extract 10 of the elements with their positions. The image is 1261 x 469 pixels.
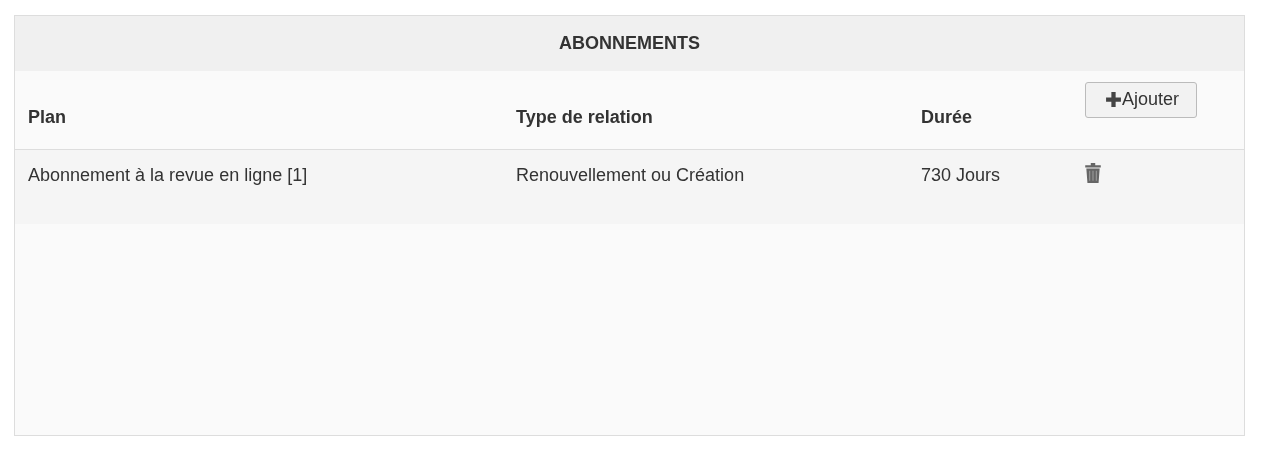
plus-icon bbox=[1105, 91, 1122, 108]
column-header: Plan bbox=[15, 71, 503, 150]
column-header: Durée bbox=[908, 71, 1072, 150]
table-cell: Renouvellement ou Création bbox=[503, 149, 908, 224]
add-button[interactable]: Ajouter bbox=[1085, 82, 1198, 118]
table-cell: Abonnement à la revue en ligne [1] bbox=[15, 149, 503, 224]
panel-title: ABONNEMENTS bbox=[559, 33, 700, 54]
table-cell: 730 Jours bbox=[908, 149, 1072, 224]
trash-icon[interactable] bbox=[1085, 163, 1101, 183]
column-header: Type de relation bbox=[503, 71, 908, 150]
